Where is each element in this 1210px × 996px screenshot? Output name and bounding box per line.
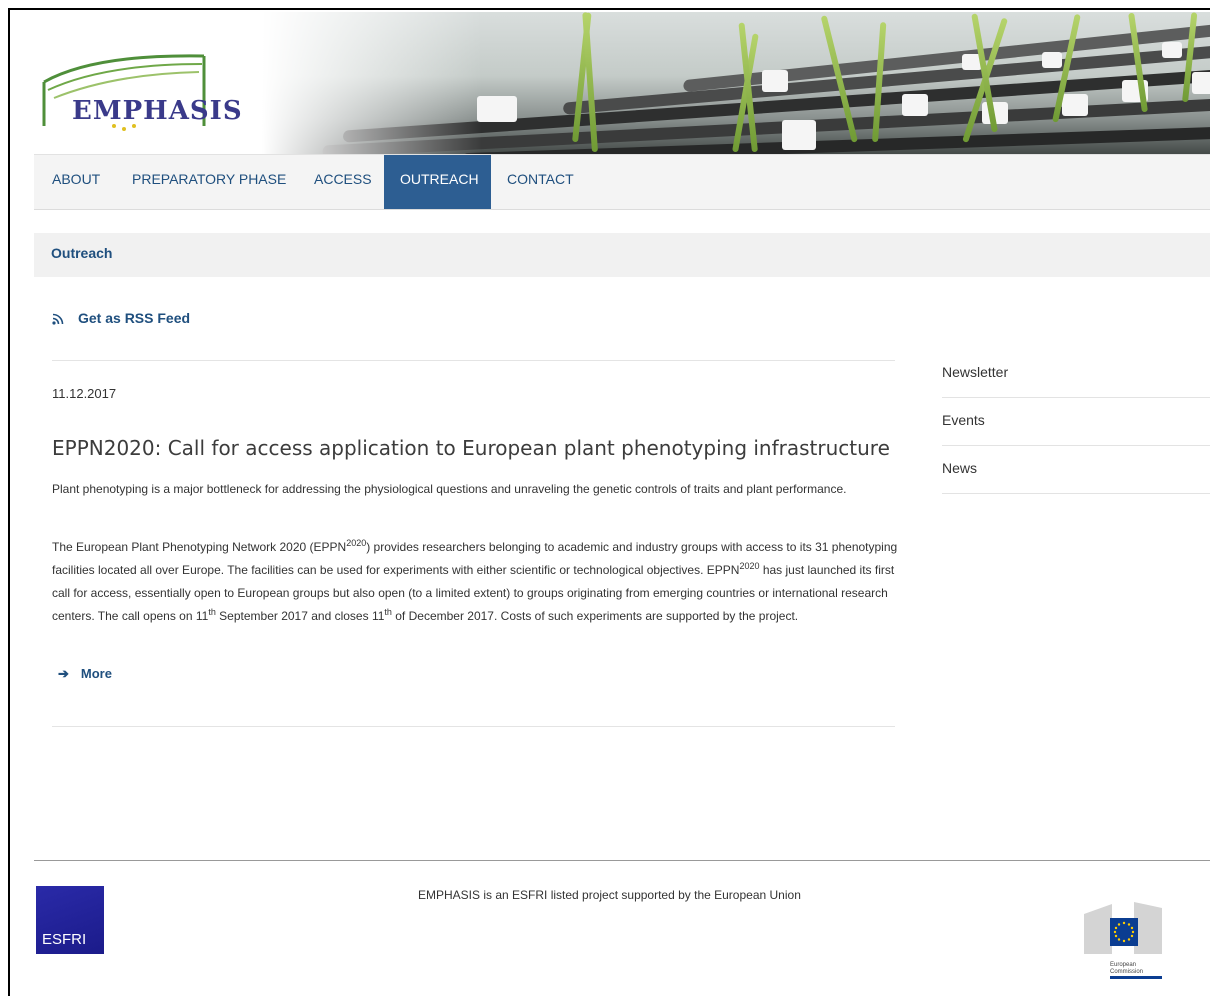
header-banner-image	[262, 12, 1210, 154]
rss-feed-label: Get as RSS Feed	[78, 310, 191, 326]
nav-item-preparatory-phase[interactable]: PREPARATORY PHASE	[116, 155, 302, 209]
european-commission-logo[interactable]: European Commission	[1082, 898, 1164, 982]
rss-feed-link[interactable]: Get as RSS Feed	[52, 310, 190, 326]
post-body: The European Plant Phenotyping Network 2…	[52, 538, 898, 624]
nav-item-about[interactable]: ABOUT	[36, 155, 116, 209]
sidebar-item-events[interactable]: Events	[942, 398, 1210, 446]
page-frame: EMPHASIS ABOUT PREPARATORY PHASE ACCESS …	[8, 8, 1210, 996]
post-title[interactable]: EPPN2020: Call for access application to…	[52, 436, 890, 460]
sidebar-item-newsletter[interactable]: Newsletter	[942, 350, 1210, 398]
site-header: EMPHASIS	[12, 12, 1210, 154]
footer-text: EMPHASIS is an ESFRI listed project supp…	[418, 888, 801, 902]
post-date: 11.12.2017	[52, 386, 117, 401]
breadcrumb: Outreach	[34, 233, 1210, 277]
divider	[52, 726, 895, 727]
nav-item-contact[interactable]: CONTACT	[491, 155, 590, 209]
svg-text:Commission: Commission	[1110, 969, 1143, 975]
footer-divider	[34, 860, 1210, 861]
more-label: More	[80, 666, 112, 681]
logo-text: EMPHASIS	[72, 96, 243, 126]
sidebar: Newsletter Events News	[942, 350, 1210, 494]
esfri-label: ESFRI	[42, 931, 87, 948]
emphasis-logo[interactable]: EMPHASIS	[34, 34, 242, 134]
post-intro: Plant phenotyping is a major bottleneck …	[52, 482, 847, 496]
nav-item-outreach[interactable]: OUTREACH	[384, 155, 491, 209]
breadcrumb-current[interactable]: Outreach	[51, 245, 112, 261]
arrow-right-icon: ➔	[58, 666, 69, 681]
sidebar-item-news[interactable]: News	[942, 446, 1210, 494]
esfri-logo[interactable]: ESFRI	[36, 886, 104, 954]
european-commission-icon: European Commission	[1084, 902, 1162, 979]
rss-icon	[52, 313, 64, 325]
svg-text:European: European	[1110, 962, 1136, 968]
nav-item-access[interactable]: ACCESS	[298, 155, 388, 209]
divider	[52, 360, 895, 361]
more-link[interactable]: ➔ More	[58, 666, 112, 682]
main-navigation: ABOUT PREPARATORY PHASE ACCESS OUTREACH …	[34, 154, 1210, 210]
